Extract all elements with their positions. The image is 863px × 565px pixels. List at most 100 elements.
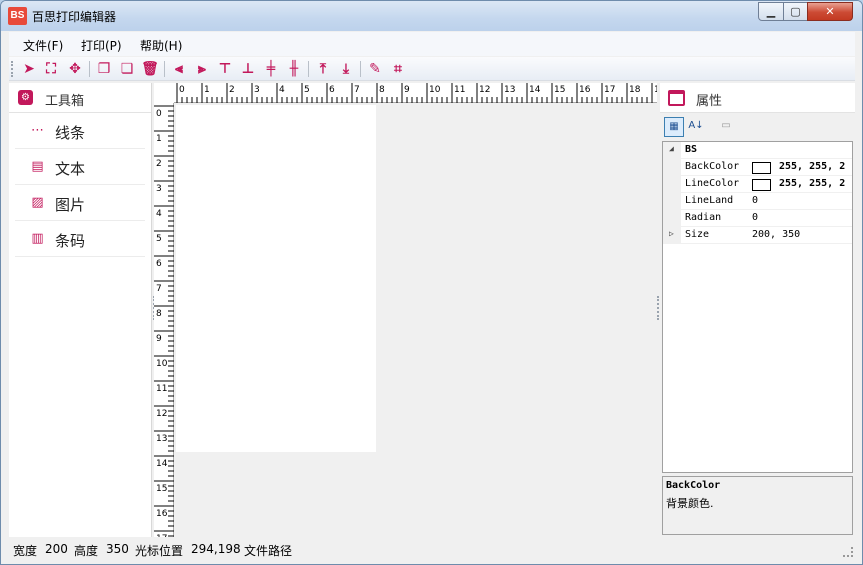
collapse-arrow-icon[interactable]: ◢ xyxy=(669,144,674,153)
ruler-label: 15 xyxy=(156,484,167,494)
ruler-label: 13 xyxy=(504,85,515,95)
delete-icon[interactable]: 🗑 xyxy=(140,59,160,79)
categorized-icon[interactable]: ▦ xyxy=(664,117,684,137)
tool-item-image[interactable]: ▨ 图片 xyxy=(15,185,145,221)
color-swatch xyxy=(752,179,771,191)
align-top-icon[interactable]: ⊤ xyxy=(215,59,235,79)
align-right-icon[interactable]: ⫸ xyxy=(192,59,212,79)
property-value[interactable]: 255, 255, 2 xyxy=(779,161,845,172)
tool-label: 条码 xyxy=(55,232,86,250)
ruler-label: 18 xyxy=(629,85,641,95)
height-value: 350 xyxy=(106,542,129,556)
text-icon: ▤ xyxy=(31,159,44,174)
title-bar[interactable]: BS 百思打印编辑器 ▁ ▢ ✕ xyxy=(1,1,862,31)
property-pages-icon[interactable]: ▭ xyxy=(716,117,736,137)
property-value[interactable]: 0 xyxy=(752,195,758,206)
send-back-icon[interactable]: ⤓ xyxy=(336,59,356,79)
tool-item-line[interactable]: ⋯ 线条 xyxy=(15,113,145,149)
select-rect-icon[interactable]: ⛶ xyxy=(41,59,61,79)
move-icon[interactable]: ✥ xyxy=(65,59,85,79)
pointer-icon[interactable]: ➤ xyxy=(19,59,39,79)
minimize-button[interactable]: ▁ xyxy=(758,2,784,21)
grid-gutter xyxy=(663,176,681,192)
ruler-label: 0 xyxy=(156,109,162,119)
property-row-backcolor[interactable]: BackColor 255, 255, 2 xyxy=(663,159,852,176)
color-swatch xyxy=(752,162,771,174)
label-paper[interactable] xyxy=(176,105,376,452)
ruler-label: 9 xyxy=(404,85,410,95)
align-left-icon[interactable]: ⫷ xyxy=(169,59,189,79)
menu-print[interactable]: 打印(P) xyxy=(81,37,122,54)
sort-alpha-icon[interactable]: A↓ xyxy=(686,117,706,137)
toolbox-title: 工具箱 xyxy=(45,94,85,109)
align-bottom-icon[interactable]: ⊥ xyxy=(238,59,258,79)
menu-help[interactable]: 帮助(H) xyxy=(140,37,182,54)
ruler-left-ticks: 01234567891011121314151617 xyxy=(154,105,174,537)
align-center-v-icon[interactable]: ╫ xyxy=(284,59,304,79)
property-category[interactable]: ◢ BS xyxy=(663,142,852,159)
toolbar-grip[interactable] xyxy=(11,61,14,77)
paste-icon[interactable]: ❏ xyxy=(117,59,137,79)
ruler-left: 01234567891011121314151617 xyxy=(154,103,174,537)
line-icon: ⋯ xyxy=(31,123,44,138)
copy-icon[interactable]: ❐ xyxy=(94,59,114,79)
property-row-radian[interactable]: Radian 0 xyxy=(663,210,852,227)
ruler-label: 2 xyxy=(229,85,235,95)
property-value[interactable]: 200, 350 xyxy=(752,229,800,240)
window-title: 百思打印编辑器 xyxy=(32,10,117,24)
design-canvas[interactable]: 01234567891011121314151617181 0123456789… xyxy=(154,83,657,537)
ruler-label: 10 xyxy=(156,359,168,369)
ruler-top-ticks: 01234567891011121314151617181 xyxy=(176,83,657,103)
ruler-label: 14 xyxy=(529,85,541,95)
grid-gutter xyxy=(663,210,681,226)
toolbar-separator xyxy=(308,61,309,77)
properties-panel: 属性 ▦ A↓ ▭ ◢ BS BackColor 255, 255, 2 Lin… xyxy=(660,83,855,537)
align-center-h-icon[interactable]: ╪ xyxy=(261,59,281,79)
maximize-button[interactable]: ▢ xyxy=(783,2,808,21)
toolbox-header: ⚙ 工具箱 xyxy=(9,83,151,113)
tool-item-barcode[interactable]: ▥ 条码 xyxy=(15,221,145,257)
ruler-label: 11 xyxy=(454,85,465,95)
ruler-label: 6 xyxy=(156,259,162,269)
edit-icon[interactable]: ✎ xyxy=(365,59,385,79)
ruler-top: 01234567891011121314151617181 xyxy=(174,83,657,103)
expand-arrow-icon[interactable]: ▷ xyxy=(669,229,674,238)
status-bar: 宽度 200 高度 350 光标位置 294,198 文件路径 xyxy=(9,539,855,559)
property-value[interactable]: 255, 255, 2 xyxy=(779,178,845,189)
cursor-value: 294,198 xyxy=(191,542,241,556)
app-window: BS 百思打印编辑器 ▁ ▢ ✕ 文件(F) 打印(P) 帮助(H) ➤ ⛶ ✥… xyxy=(0,0,863,565)
property-name: LineColor xyxy=(685,178,740,189)
crop-icon[interactable]: ⌗ xyxy=(388,59,408,79)
property-row-linecolor[interactable]: LineColor 255, 255, 2 xyxy=(663,176,852,193)
ruler-label: 14 xyxy=(156,459,168,469)
ruler-label: 1 xyxy=(204,85,210,95)
ruler-label: 7 xyxy=(156,284,162,294)
toolbar-separator xyxy=(164,61,165,77)
ruler-label: 7 xyxy=(354,85,360,95)
category-label: BS xyxy=(685,144,698,155)
menu-file[interactable]: 文件(F) xyxy=(23,37,63,54)
property-name: Radian xyxy=(685,212,722,223)
close-button[interactable]: ✕ xyxy=(807,2,853,21)
cursor-label: 光标位置 xyxy=(135,544,184,558)
property-name: BackColor xyxy=(685,161,740,172)
tool-label: 线条 xyxy=(55,124,86,142)
property-value[interactable]: 0 xyxy=(752,212,758,223)
description-text: 背景颜色. xyxy=(666,497,714,510)
image-icon: ▨ xyxy=(31,195,44,210)
tool-item-text[interactable]: ▤ 文本 xyxy=(15,149,145,185)
bring-front-icon[interactable]: ⤒ xyxy=(313,59,333,79)
property-name: Size xyxy=(685,229,710,240)
properties-toolbar: ▦ A↓ ▭ xyxy=(662,115,853,139)
property-grid: ◢ BS BackColor 255, 255, 2 LineColor 255… xyxy=(662,141,853,473)
properties-header: 属性 xyxy=(660,83,855,113)
toolbar: ➤ ⛶ ✥ ❐ ❏ 🗑 ⫷ ⫸ ⊤ ⊥ ╪ ╫ ⤒ ⤓ ✎ ⌗ xyxy=(9,57,855,81)
ruler-label: 1 xyxy=(654,85,657,95)
resize-grip[interactable] xyxy=(843,547,853,557)
ruler-label: 2 xyxy=(156,159,162,169)
toolbar-separator xyxy=(360,61,361,77)
description-title: BackColor xyxy=(666,480,721,491)
property-row-size[interactable]: ▷ Size 200, 350 xyxy=(663,227,852,244)
gear-icon: ⚙ xyxy=(18,90,33,105)
property-row-lineland[interactable]: LineLand 0 xyxy=(663,193,852,210)
